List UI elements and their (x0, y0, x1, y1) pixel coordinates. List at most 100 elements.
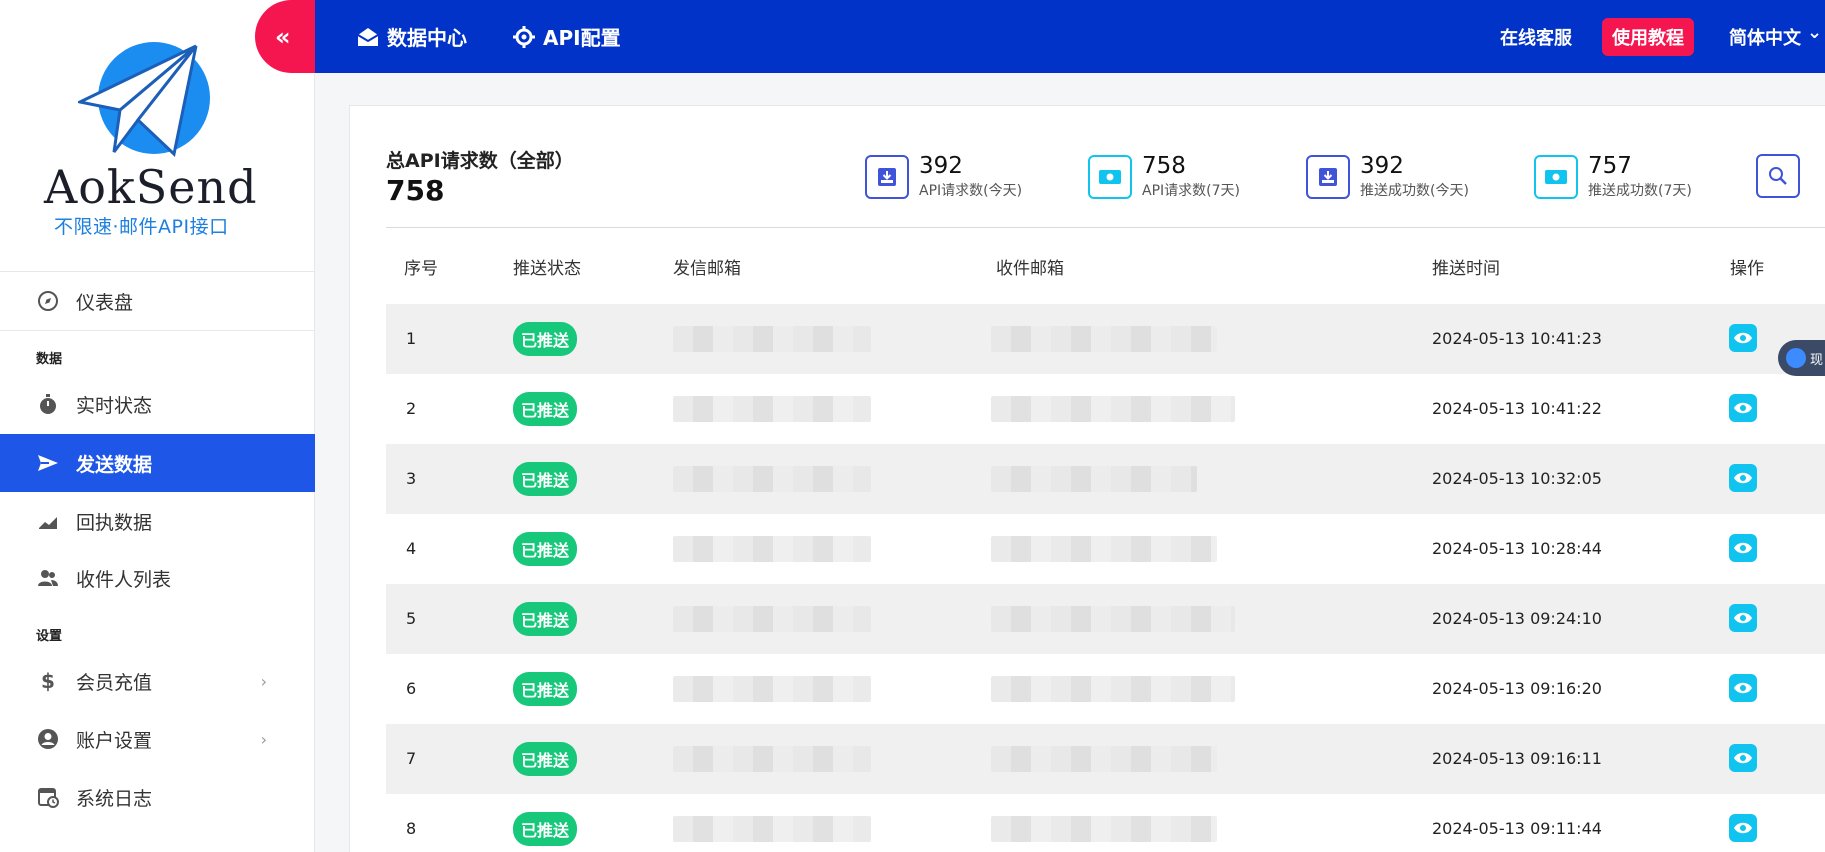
eye-icon (1734, 332, 1752, 344)
floating-chat-button[interactable]: 现 (1778, 340, 1825, 376)
sender-email-redacted (673, 606, 871, 632)
inbox-icon (865, 155, 909, 199)
stat-value: 392 (1360, 153, 1404, 179)
stat-api-7days: 758 API请求数(7天) (1088, 154, 1240, 200)
stat-label: 推送成功数(7天) (1588, 183, 1692, 199)
push-time: 2024-05-13 09:24:10 (1432, 609, 1602, 628)
online-support-link[interactable]: 在线客服 (1500, 0, 1572, 73)
push-time: 2024-05-13 09:16:20 (1432, 679, 1602, 698)
table-row: 3 已推送 2024-05-13 10:32:05 (386, 444, 1825, 514)
status-badge: 已推送 (513, 532, 578, 566)
language-selector[interactable]: 简体中文 ⌄ (1729, 0, 1822, 73)
sidebar-item-send-data[interactable]: 发送数据 (0, 434, 315, 492)
table-row: 8 已推送 2024-05-13 09:11:44 (386, 794, 1825, 852)
chevron-right-icon: › (260, 729, 267, 749)
row-index: 3 (406, 469, 417, 488)
chevron-right-icon: › (260, 671, 267, 691)
status-badge: 已推送 (513, 602, 578, 636)
recipient-email-redacted (991, 606, 1235, 632)
push-time: 2024-05-13 10:41:23 (1432, 329, 1602, 348)
tab-data-center[interactable]: 数据中心 (357, 0, 467, 73)
stat-label: API请求数(7天) (1142, 183, 1240, 199)
stat-api-today: 392 API请求数(今天) (865, 154, 1022, 200)
sidebar-item-recharge[interactable]: $ 会员充值 › (0, 652, 315, 710)
stat-label: 推送成功数(今天) (1360, 183, 1469, 199)
sidebar-item-label: 实时状态 (76, 394, 153, 417)
table-row: 5 已推送 2024-05-13 09:24:10 (386, 584, 1825, 654)
sidebar-item-realtime[interactable]: 实时状态 (0, 375, 315, 433)
sender-email-redacted (673, 676, 871, 702)
stat-value: 757 (1588, 153, 1632, 179)
view-button[interactable] (1729, 464, 1757, 492)
status-badge: 已推送 (513, 462, 578, 496)
table-row: 2 已推送 2024-05-13 10:41:22 (386, 374, 1825, 444)
search-icon (1769, 167, 1787, 185)
column-header: 收件邮箱 (996, 259, 1064, 279)
row-index: 4 (406, 539, 417, 558)
recipient-email-redacted (991, 816, 1217, 842)
send-data-card: 总API请求数（全部） 758 392 API请求数(今天) 758 API请求… (349, 105, 1825, 852)
stat-push-today: 392 推送成功数(今天) (1306, 154, 1469, 200)
money-icon (1534, 155, 1578, 199)
search-button[interactable] (1756, 154, 1800, 198)
logo-icon (78, 42, 210, 157)
eye-icon (1734, 612, 1752, 624)
tutorial-link-wrap: 使用教程 (1602, 0, 1694, 73)
view-button[interactable] (1729, 744, 1757, 772)
row-index: 7 (406, 749, 417, 768)
sender-email-redacted (673, 326, 871, 352)
chart-icon (36, 509, 60, 533)
view-button[interactable] (1729, 814, 1757, 842)
view-button[interactable] (1729, 394, 1757, 422)
send-icon (36, 451, 60, 475)
sender-email-redacted (673, 396, 871, 422)
tutorial-button[interactable]: 使用教程 (1602, 17, 1694, 56)
view-button[interactable] (1729, 324, 1757, 352)
sidebar-item-receipt-data[interactable]: 回执数据 (0, 492, 315, 550)
tab-api-config[interactable]: API配置 (513, 0, 621, 73)
sidebar-item-recipients[interactable]: 收件人列表 (0, 549, 315, 607)
tab-label: 数据中心 (387, 26, 467, 50)
section-label-data: 数据 (36, 352, 63, 367)
push-time: 2024-05-13 10:32:05 (1432, 469, 1602, 488)
row-index: 2 (406, 399, 417, 418)
sender-email-redacted (673, 466, 871, 492)
sidebar-item-account[interactable]: 账户设置 › (0, 710, 315, 768)
sidebar-item-system-log[interactable]: 系统日志 (0, 768, 315, 826)
table-row: 6 已推送 2024-05-13 09:16:20 (386, 654, 1825, 724)
eye-icon (1734, 682, 1752, 694)
push-time: 2024-05-13 10:28:44 (1432, 539, 1602, 558)
recipient-email-redacted (991, 396, 1235, 422)
sidebar-item-label: 发送数据 (76, 453, 153, 476)
eye-icon (1734, 542, 1752, 554)
status-badge: 已推送 (513, 322, 578, 356)
brand-slogan: 不限速·邮件API接口 (54, 216, 229, 238)
table-row: 4 已推送 2024-05-13 10:28:44 (386, 514, 1825, 584)
table-header: 序号 推送状态 发信邮箱 收件邮箱 推送时间 操作 (386, 234, 1825, 292)
view-button[interactable] (1729, 604, 1757, 632)
column-header: 操作 (1730, 259, 1764, 279)
view-button[interactable] (1729, 674, 1757, 702)
status-badge: 已推送 (513, 672, 578, 706)
stat-value: 392 (919, 153, 963, 179)
sidebar-item-label: 账户设置 (76, 729, 153, 752)
brand-name: AokSend (44, 160, 258, 214)
eye-icon (1734, 472, 1752, 484)
view-button[interactable] (1729, 534, 1757, 562)
stat-value: 758 (1142, 153, 1186, 179)
people-icon (36, 566, 60, 590)
sender-email-redacted (673, 536, 871, 562)
compass-icon (36, 289, 60, 313)
sidebar-item-dashboard[interactable]: 仪表盘 (0, 272, 315, 330)
language-label: 简体中文 (1729, 27, 1801, 49)
eye-icon (1734, 402, 1752, 414)
sidebar-item-label: 会员充值 (76, 671, 153, 694)
tab-label: API配置 (543, 26, 621, 50)
total-requests-label: 总API请求数（全部） (386, 150, 574, 172)
stat-push-7days: 757 推送成功数(7天) (1534, 154, 1692, 200)
section-label-settings: 设置 (36, 629, 63, 644)
status-badge: 已推送 (513, 742, 578, 776)
chevron-down-icon: ⌄ (1807, 22, 1823, 43)
dollar-icon: $ (41, 669, 55, 693)
eye-icon (1734, 822, 1752, 834)
